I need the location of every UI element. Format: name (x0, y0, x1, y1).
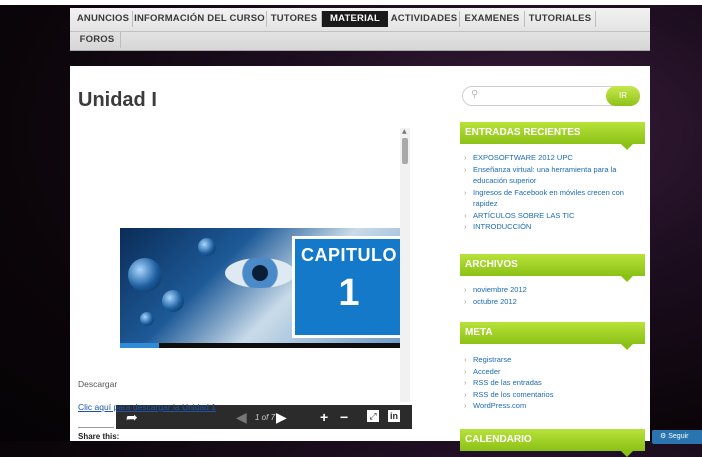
expand-icon[interactable]: ⤢ (367, 410, 379, 422)
meta-list: Registrarse Acceder RSS de las entradas … (463, 354, 643, 412)
widget-title-meta: META (460, 322, 645, 350)
follow-button[interactable]: ⚙ Seguir (652, 430, 702, 444)
globe-image (140, 312, 154, 326)
download-heading: Descargar (78, 379, 118, 389)
chapter-number: 1 (338, 272, 360, 314)
share-divider (78, 427, 114, 428)
play-left-icon[interactable]: ◀ (236, 408, 247, 426)
nav-item-tutores[interactable]: TUTORES (267, 11, 322, 27)
content-panel: Unidad I CAPITULO 1 ▲ ➦ ◀ 1 of 7 ▶ + − ⤢… (70, 66, 650, 457)
page-counter: 1 of 7 (255, 413, 276, 422)
nav-item-anuncios[interactable]: ANUNCIOS (74, 11, 133, 27)
main-nav: ANUNCIOS INFORMACIÓN DEL CURSO TUTORES M… (70, 8, 650, 51)
meta-link-rss-entries[interactable]: RSS de las entradas (463, 377, 643, 389)
nav-item-tutoriales[interactable]: TUTORIALES (525, 11, 596, 27)
globe-image (162, 290, 184, 312)
linkedin-icon[interactable]: in (388, 410, 400, 422)
recent-post-link[interactable]: INTRODUCCIÓN (463, 221, 643, 233)
meta-link-registrarse[interactable]: Registrarse (463, 354, 643, 366)
recent-post-link[interactable]: Enseñanza virtual: una herramienta para … (463, 164, 643, 187)
search-icon: ⚲ (471, 89, 479, 100)
archive-link[interactable]: octubre 2012 (463, 296, 643, 308)
top-border (0, 0, 702, 5)
recent-posts-list: EXPOSOFTWARE 2012 UPC Enseñanza virtual:… (463, 152, 643, 233)
slide-progress-bar (120, 343, 400, 348)
slide-progress-fill (120, 343, 160, 348)
nav-item-material[interactable]: MATERIAL (322, 11, 388, 27)
page-title: Unidad I (78, 89, 157, 111)
search-box: ⚲ IR (462, 86, 640, 106)
plus-icon[interactable]: + (320, 408, 328, 426)
scroll-thumb[interactable] (402, 138, 408, 164)
follow-label: Seguir (668, 433, 689, 440)
widget-title-archives: ARCHIVOS (460, 254, 645, 282)
slide-viewport: CAPITULO 1 (116, 128, 400, 402)
chapter-word: CAPITULO (301, 245, 397, 265)
nav-row-divider (70, 31, 650, 32)
search-input[interactable] (485, 89, 599, 104)
minus-icon[interactable]: − (340, 408, 348, 426)
nav-item-informacion-del-curso[interactable]: INFORMACIÓN DEL CURSO (133, 11, 267, 27)
meta-link-wordpress[interactable]: WordPress.com (463, 400, 643, 412)
share-label: Share this: (78, 432, 120, 441)
play-right-icon[interactable]: ▶ (276, 408, 287, 426)
slideshow-embed[interactable]: CAPITULO 1 ▲ ➦ ◀ 1 of 7 ▶ + − ⤢ in (116, 128, 412, 430)
eye-image (225, 258, 295, 288)
widget-title-recent: ENTRADAS RECIENTES (460, 122, 645, 150)
chapter-box: CAPITULO 1 (292, 236, 400, 338)
widget-title-calendar: CALENDARIO (460, 429, 645, 457)
scroll-up-icon[interactable]: ▲ (402, 128, 407, 135)
archive-link[interactable]: noviembre 2012 (463, 284, 643, 296)
recent-post-link[interactable]: Ingresos de Facebook en móviles crecen c… (463, 187, 643, 210)
nav-item-examenes[interactable]: EXAMENES (460, 11, 525, 27)
slide-image: CAPITULO 1 (120, 228, 400, 343)
globe-image (198, 238, 216, 256)
meta-link-acceder[interactable]: Acceder (463, 366, 643, 378)
recent-post-link[interactable]: EXPOSOFTWARE 2012 UPC (463, 152, 643, 164)
archives-list: noviembre 2012 octubre 2012 (463, 284, 643, 307)
globe-image (128, 258, 162, 292)
slide-scrollbar[interactable]: ▲ (400, 128, 410, 402)
nav-item-foros[interactable]: FOROS (74, 32, 121, 48)
recent-post-link[interactable]: ARTÍCULOS SOBRE LAS TIC (463, 210, 643, 222)
search-button[interactable]: IR (606, 86, 640, 106)
meta-link-rss-comments[interactable]: RSS de los comentarios (463, 389, 643, 401)
nav-item-actividades[interactable]: ACTIVIDADES (389, 11, 460, 27)
download-unit-link[interactable]: Clic aquí para descargar la Unidad 1 (78, 402, 216, 412)
